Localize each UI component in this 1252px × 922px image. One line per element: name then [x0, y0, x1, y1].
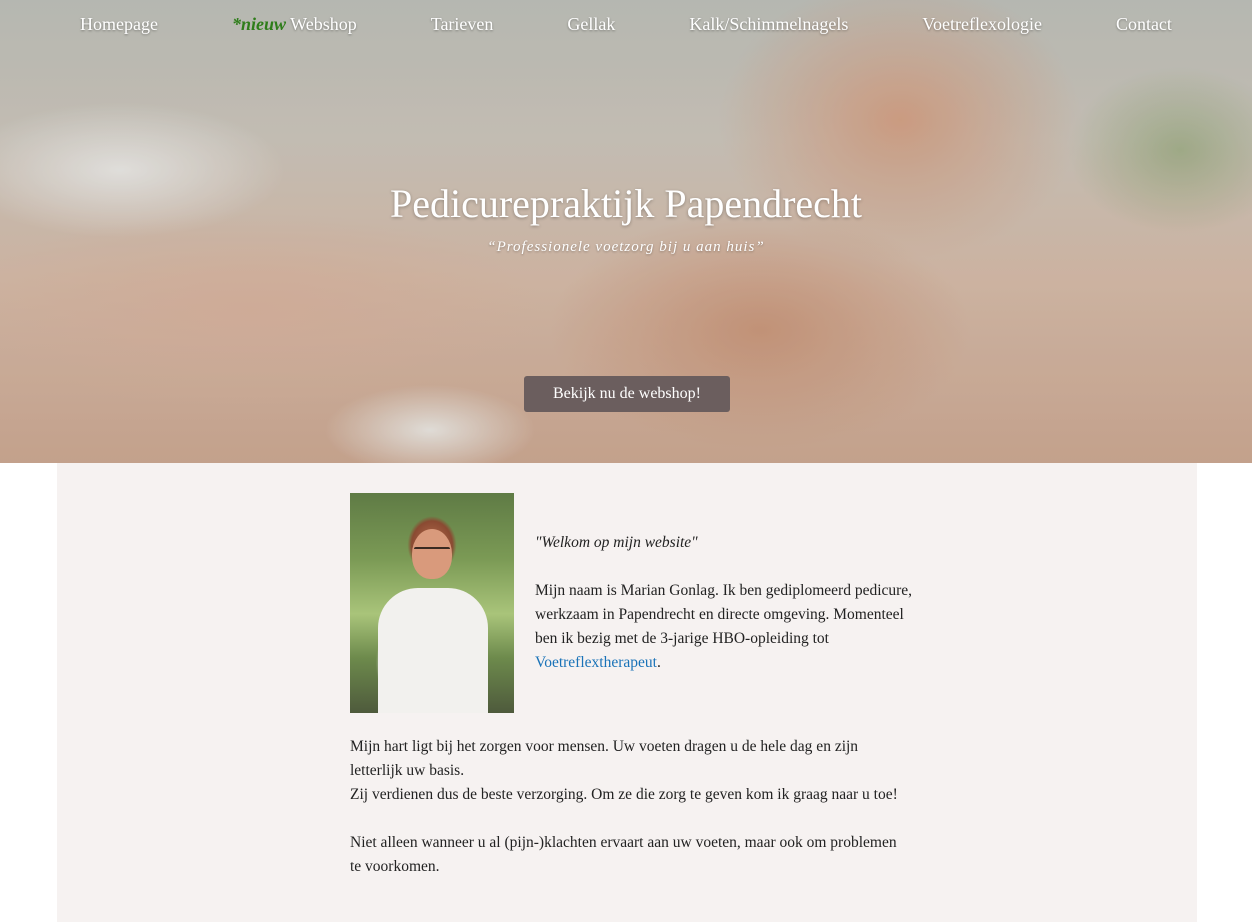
- nav-webshop-label: Webshop: [290, 13, 357, 34]
- nav-voetreflexologie[interactable]: Voetreflexologie: [922, 14, 1042, 35]
- hero-banner: Homepage *nieuw Webshop Tarieven Gellak …: [0, 0, 1252, 463]
- photo-glasses: [414, 547, 450, 557]
- main-content: "Welkom op mijn website" Mijn naam is Ma…: [57, 463, 1197, 922]
- nav-contact[interactable]: Contact: [1116, 14, 1172, 35]
- nav-gellak[interactable]: Gellak: [567, 14, 615, 35]
- welcome-heading: "Welkom op mijn website": [535, 534, 698, 551]
- site-title: Pedicurepraktijk Papendrecht: [389, 181, 863, 226]
- body-paragraph-2: Niet alleen wanneer u al (pijn-)klachten…: [350, 834, 897, 875]
- main-navigation: Homepage *nieuw Webshop Tarieven Gellak …: [0, 0, 1252, 48]
- body-paragraph-1: Mijn hart ligt bij het zorgen voor mense…: [350, 735, 910, 807]
- new-badge: *nieuw: [231, 13, 286, 34]
- body-p1-line2: Zij verdienen dus de beste verzorging. O…: [350, 786, 898, 803]
- body-p1-line1: Mijn hart ligt bij het zorgen voor mense…: [350, 738, 859, 779]
- site-tagline: “Professionele voetzorg bij u aan huis”: [487, 239, 765, 255]
- voetreflextherapeut-link[interactable]: Voetreflextherapeut: [535, 654, 657, 671]
- nav-tarieven[interactable]: Tarieven: [431, 14, 494, 35]
- intro-text: "Welkom op mijn website" Mijn naam is Ma…: [535, 531, 915, 699]
- photo-shirt: [378, 588, 488, 713]
- profile-photo: [350, 493, 514, 713]
- nav-kalk-schimmelnagels[interactable]: Kalk/Schimmelnagels: [689, 14, 848, 35]
- intro-text-start: Mijn naam is Marian Gonlag. Ik ben gedip…: [535, 582, 913, 647]
- webshop-cta-button[interactable]: Bekijk nu de webshop!: [524, 376, 730, 412]
- body-text: Mijn hart ligt bij het zorgen voor mense…: [350, 735, 910, 903]
- nav-homepage[interactable]: Homepage: [80, 14, 158, 35]
- intro-text-end: .: [656, 654, 661, 671]
- nav-webshop[interactable]: *nieuw Webshop: [232, 14, 357, 35]
- intro-paragraph: Mijn naam is Marian Gonlag. Ik ben gedip…: [535, 579, 915, 675]
